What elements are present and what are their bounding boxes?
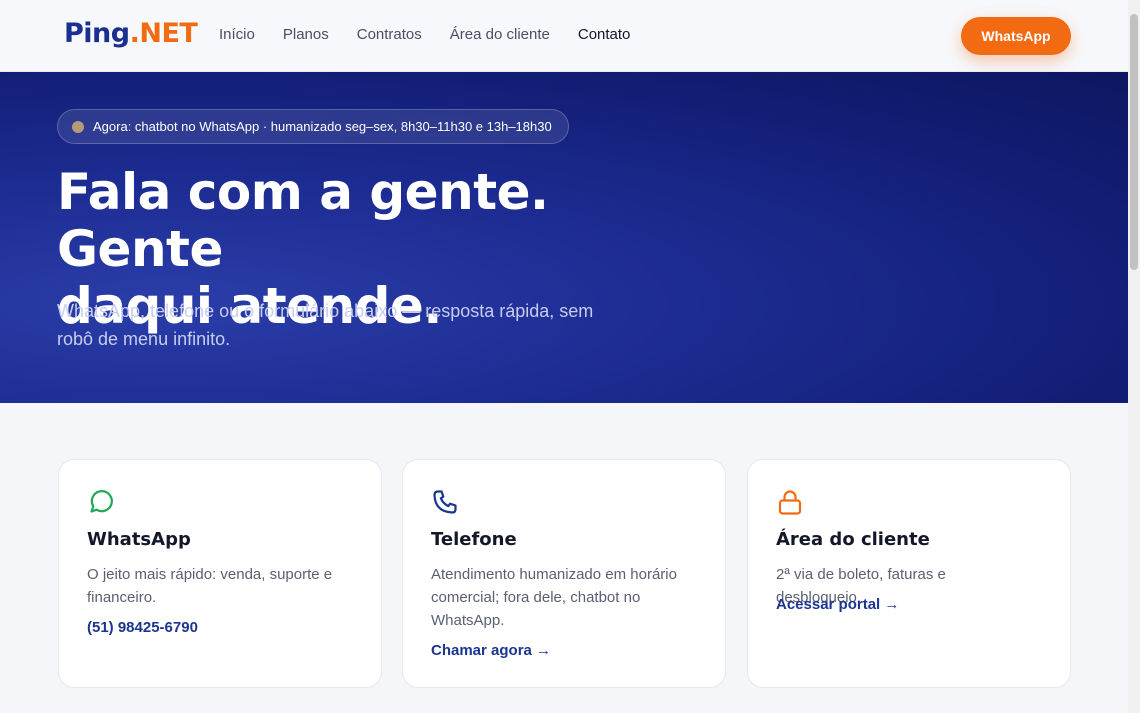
whatsapp-phone-link[interactable]: (51) 98425-6790 [87,619,198,636]
card-title: WhatsApp [87,529,191,550]
main-nav: Início Planos Contratos Área do cliente … [219,26,658,43]
card-whatsapp: WhatsApp O jeito mais rápido: venda, sup… [58,459,382,688]
scrollbar[interactable] [1128,0,1140,713]
hero-subtitle: WhatsApp, telefone ou o formulário abaix… [57,301,594,349]
page-title-line1: Fala com a gente. Gente [57,163,549,278]
site-header: Ping.NET Início Planos Contratos Área do… [0,0,1128,72]
scrollbar-thumb[interactable] [1130,14,1138,270]
status-text: Agora: chatbot no WhatsApp · humanizado … [93,119,552,134]
card-description: O jeito mais rápido: venda, suporte e fi… [87,566,333,606]
logo[interactable]: Ping.NET [64,18,198,49]
phone-icon [433,490,457,514]
nav-planos[interactable]: Planos [283,26,329,43]
card-description: Atendimento humanizado em horário comerc… [431,566,677,629]
hero: Agora: chatbot no WhatsApp · humanizado … [0,72,1128,403]
call-now-link[interactable]: Chamar agora → [431,642,551,659]
card-title: Área do cliente [776,529,930,550]
nav-area-do-cliente[interactable]: Área do cliente [450,26,550,43]
card-title: Telefone [431,529,517,550]
nav-contato[interactable]: Contato [578,26,631,43]
card-area-do-cliente: Área do cliente 2ª via de boleto, fatura… [747,459,1071,688]
card-telefone: Telefone Atendimento humanizado em horár… [402,459,726,688]
status-dot-icon [72,120,84,133]
portal-link[interactable]: Acessar portal → [776,596,899,613]
nav-inicio[interactable]: Início [219,26,255,43]
whatsapp-button[interactable]: WhatsApp [961,17,1071,55]
lock-icon [778,490,802,515]
nav-contratos[interactable]: Contratos [357,26,422,43]
status-badge: Agora: chatbot no WhatsApp · humanizado … [57,109,569,144]
whatsapp-icon [90,490,113,513]
